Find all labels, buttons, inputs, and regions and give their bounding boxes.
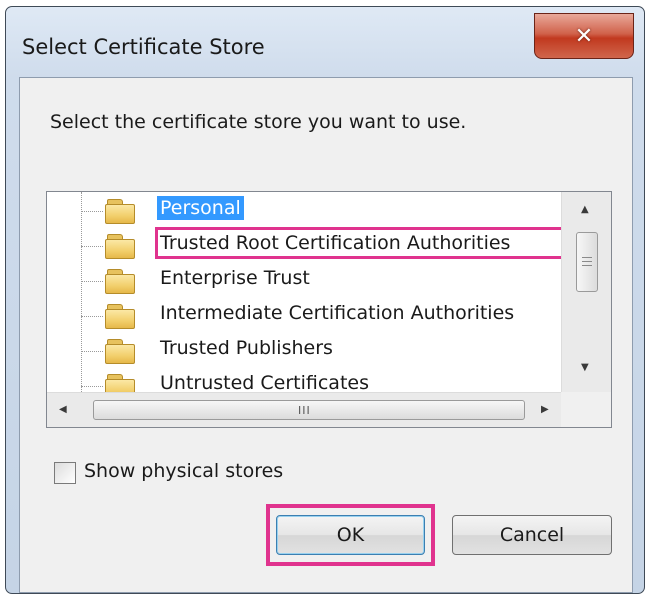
tree-item-label: Trusted Publishers	[160, 337, 333, 359]
tree-item-enterprise-trust[interactable]: Enterprise Trust	[77, 264, 547, 297]
close-icon: ✕	[574, 23, 594, 49]
tree-connector	[81, 281, 103, 282]
horizontal-scroll-thumb[interactable]: III	[93, 400, 525, 420]
tree-connector	[81, 386, 103, 387]
tree-item-trusted-publishers[interactable]: Trusted Publishers	[77, 334, 547, 367]
folder-icon	[105, 339, 135, 364]
dialog-client-area: Select the certificate store you want to…	[19, 77, 633, 593]
store-tree[interactable]: Personal Trusted Root Certification Auth…	[46, 191, 612, 428]
folder-icon	[105, 269, 135, 294]
tree-connector	[81, 211, 103, 212]
scroll-right-icon[interactable]: ▶	[541, 404, 549, 415]
tree-item-personal[interactable]: Personal	[77, 194, 547, 227]
tree-connector	[81, 246, 103, 247]
folder-icon	[105, 374, 135, 392]
tree-connector	[81, 316, 103, 317]
callout-highlight	[266, 504, 435, 566]
tree-item-label: Enterprise Trust	[160, 267, 310, 289]
folder-icon	[105, 199, 135, 224]
tree-item-untrusted[interactable]: Untrusted Certificates	[77, 369, 547, 392]
show-physical-stores-checkbox[interactable]	[54, 462, 76, 484]
scroll-left-icon[interactable]: ◀	[59, 404, 67, 415]
callout-highlight	[155, 227, 561, 259]
folder-icon	[105, 234, 135, 259]
show-physical-stores-label: Show physical stores	[84, 460, 284, 482]
prompt-text: Select the certificate store you want to…	[50, 111, 467, 133]
folder-icon	[105, 304, 135, 329]
scroll-up-icon[interactable]: ▲	[581, 204, 589, 215]
tree-item-label: Personal	[157, 196, 244, 220]
scrollbar-corner	[561, 392, 611, 427]
tree-connector	[81, 351, 103, 352]
dialog-window: Select Certificate Store ✕ Select the ce…	[5, 6, 645, 594]
tree-item-trusted-root[interactable]: Trusted Root Certification Authorities	[77, 227, 561, 262]
window-title: Select Certificate Store	[22, 35, 265, 59]
scroll-grip: III	[298, 404, 311, 417]
horizontal-scrollbar[interactable]: ◀ III ▶	[47, 392, 561, 427]
vertical-scrollbar[interactable]: ▲ ▼	[561, 192, 611, 392]
tree-item-label: Intermediate Certification Authorities	[160, 302, 515, 324]
tree-item-intermediate[interactable]: Intermediate Certification Authorities	[77, 299, 547, 332]
vertical-scroll-thumb[interactable]	[576, 232, 598, 292]
close-button[interactable]: ✕	[534, 13, 634, 59]
tree-item-label: Untrusted Certificates	[160, 372, 369, 392]
scroll-down-icon[interactable]: ▼	[581, 362, 589, 373]
store-tree-content: Personal Trusted Root Certification Auth…	[47, 192, 561, 392]
cancel-button[interactable]: Cancel	[452, 515, 612, 555]
